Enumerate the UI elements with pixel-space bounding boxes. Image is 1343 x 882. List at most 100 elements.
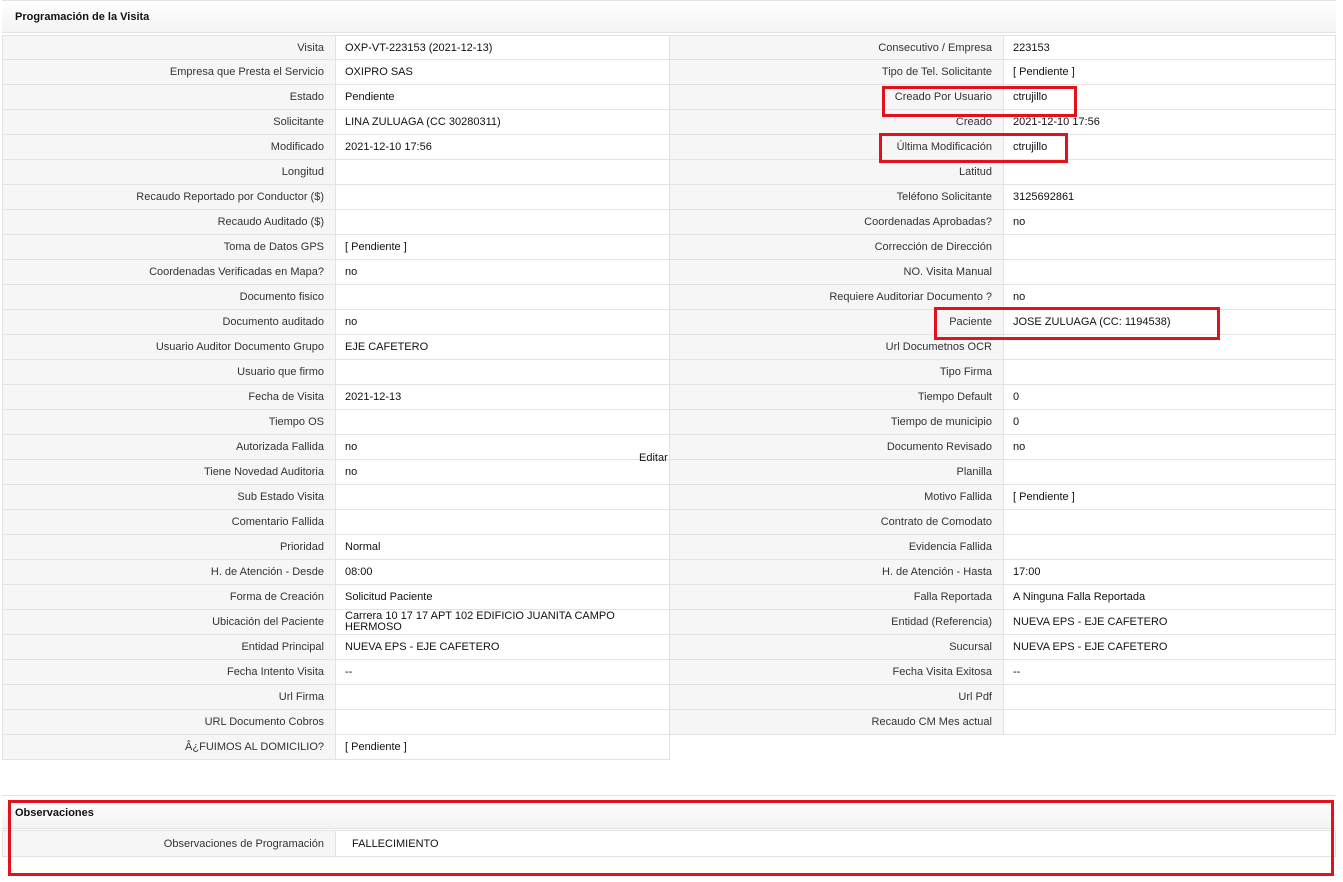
table-row: Usuario que firmo Tipo Firma — [2, 360, 1336, 385]
field-label: Sucursal — [670, 635, 1004, 660]
field-label: Comentario Fallida — [2, 510, 336, 535]
field-value — [1004, 260, 1336, 285]
table-row: Empresa que Presta el Servicio OXIPRO SAS… — [2, 60, 1336, 85]
field-label: Motivo Fallida — [670, 485, 1004, 510]
table-row: Recaudo Auditado ($) Coordenadas Aprobada… — [2, 210, 1336, 235]
field-value: A Ninguna Falla Reportada — [1004, 585, 1336, 610]
field-label: Â¿FUIMOS AL DOMICILIO? — [2, 735, 336, 760]
field-label: Paciente — [670, 310, 1004, 335]
field-value: [ Pendiente ] — [336, 235, 670, 260]
field-label: Teléfono Solicitante — [670, 185, 1004, 210]
table-row: Visita OXP-VT-223153 (2021-12-13) Consecut… — [2, 35, 1336, 60]
field-label: Recaudo CM Mes actual — [670, 710, 1004, 735]
field-label: Tiene Novedad Auditoria — [2, 460, 336, 485]
field-label: Planilla — [670, 460, 1004, 485]
field-label: Solicitante — [2, 110, 336, 135]
field-label: Tiempo Default — [670, 385, 1004, 410]
field-label: Prioridad — [2, 535, 336, 560]
field-label: Recaudo Auditado ($) — [2, 210, 336, 235]
field-label: Empresa que Presta el Servicio — [2, 60, 336, 85]
field-label: Creado Por Usuario — [670, 85, 1004, 110]
table-row: Usuario Auditor Documento Grupo EJE CAFET… — [2, 335, 1336, 360]
field-value: Carrera 10 17 17 APT 102 EDIFICIO JUANIT… — [336, 610, 670, 635]
table-row: Toma de Datos GPS[ Pendiente ] Corrección… — [2, 235, 1336, 260]
field-value: EJE CAFETERO — [336, 335, 670, 360]
field-value: 17:00 — [1004, 560, 1336, 585]
table-row: Modificado 2021-12-10 17:56 Última Modific… — [2, 135, 1336, 160]
table-row: Recaudo Reportado por Conductor ($) Teléf… — [2, 185, 1336, 210]
field-value — [1004, 460, 1336, 485]
table-row: Documento auditado no Paciente JOSE ZULUAGA… — [2, 310, 1336, 335]
edit-link[interactable]: Editar — [639, 452, 668, 464]
field-label: Url Pdf — [670, 685, 1004, 710]
field-value: OXIPRO SAS — [336, 60, 670, 85]
field-value — [1004, 160, 1336, 185]
field-value: OXP-VT-223153 (2021-12-13) — [336, 35, 670, 60]
table-row: Documento fisico Requiere Auditoriar Docu… — [2, 285, 1336, 310]
field-value: Solicitud Paciente — [336, 585, 670, 610]
field-label: NO. Visita Manual — [670, 260, 1004, 285]
field-label — [670, 735, 1004, 760]
field-label: Visita — [2, 35, 336, 60]
field-value: no — [336, 310, 670, 335]
table-row: URL Documento Cobros Recaudo CM Mes actua… — [2, 710, 1336, 735]
field-label: Estado — [2, 85, 336, 110]
table-row: Entidad Principal NUEVA EPS - EJE CAFETER… — [2, 635, 1336, 660]
table-row: Solicitante LINA ZULUAGA (CC 30280311) Cre… — [2, 110, 1336, 135]
observaciones-row: Observaciones de Programación FALLECIMIE… — [2, 830, 1336, 857]
field-label: Autorizada Fallida — [2, 435, 336, 460]
observaciones-label: Observaciones de Programación — [2, 830, 336, 857]
field-label: Tipo de Tel. Solicitante — [670, 60, 1004, 85]
field-label: Usuario que firmo — [2, 360, 336, 385]
table-row: Url Firma Url Pdf — [2, 685, 1336, 710]
field-label: Fecha Visita Exitosa — [670, 660, 1004, 685]
field-value: ctrujillo — [1004, 85, 1336, 110]
table-row: Estado Pendiente Creado Por Usuario ctrujil… — [2, 85, 1336, 110]
field-label: Modificado — [2, 135, 336, 160]
field-value: 223153 — [1004, 35, 1336, 60]
field-value — [336, 685, 670, 710]
field-label: Url Firma — [2, 685, 336, 710]
field-value: -- — [1004, 660, 1336, 685]
field-label: Forma de Creación — [2, 585, 336, 610]
field-label: Entidad Principal — [2, 635, 336, 660]
field-label: Recaudo Reportado por Conductor ($) — [2, 185, 336, 210]
table-row: Fecha de Visita 2021-12-13 Tiempo Default 0 — [2, 385, 1336, 410]
field-label: Tipo Firma — [670, 360, 1004, 385]
table-row: Forma de Creación Solicitud Paciente Falla… — [2, 585, 1336, 610]
field-value: no — [336, 435, 670, 460]
table-row: Prioridad Normal Evidencia Fallida — [2, 535, 1336, 560]
observaciones-title: Observaciones — [15, 807, 94, 819]
field-label: URL Documento Cobros — [2, 710, 336, 735]
field-value: 2021-12-10 17:56 — [336, 135, 670, 160]
table-row: Coordenadas Verificadas en Mapa? no NO. Vi… — [2, 260, 1336, 285]
field-value: 2021-12-10 17:56 — [1004, 110, 1336, 135]
field-value: [ Pendiente ] — [1004, 485, 1336, 510]
field-label: Ubicación del Paciente — [2, 610, 336, 635]
table-row: Tiempo OS Tiempo de municipio 0 — [2, 410, 1336, 435]
field-value — [1004, 235, 1336, 260]
table-row: Â¿FUIMOS AL DOMICILIO?[ Pendiente ] — [2, 735, 1336, 760]
field-value — [336, 360, 670, 385]
field-label: Evidencia Fallida — [670, 535, 1004, 560]
field-label: Consecutivo / Empresa — [670, 35, 1004, 60]
visit-details-table: Visita OXP-VT-223153 (2021-12-13) Consecut… — [2, 35, 1336, 760]
table-row: H. de Atención - Desde 08:00 H. de Atenció… — [2, 560, 1336, 585]
table-row: Fecha Intento Visita -- Fecha Visita Exito… — [2, 660, 1336, 685]
field-value: 0 — [1004, 385, 1336, 410]
field-value: JOSE ZULUAGA (CC: 1194538) — [1004, 310, 1336, 335]
observaciones-value: FALLECIMIENTO — [336, 830, 1336, 857]
field-label: Toma de Datos GPS — [2, 235, 336, 260]
field-label: Última Modificación — [670, 135, 1004, 160]
field-value — [1004, 335, 1336, 360]
field-value — [336, 510, 670, 535]
field-label: Url Documetnos OCR — [670, 335, 1004, 360]
field-value — [1004, 510, 1336, 535]
section-header-programacion: Programación de la Visita — [2, 0, 1336, 33]
field-label: H. de Atención - Hasta — [670, 560, 1004, 585]
field-value: [ Pendiente ] — [336, 735, 670, 760]
field-label: Latitud — [670, 160, 1004, 185]
field-value — [336, 410, 670, 435]
field-label: Tiempo OS — [2, 410, 336, 435]
field-label: Usuario Auditor Documento Grupo — [2, 335, 336, 360]
